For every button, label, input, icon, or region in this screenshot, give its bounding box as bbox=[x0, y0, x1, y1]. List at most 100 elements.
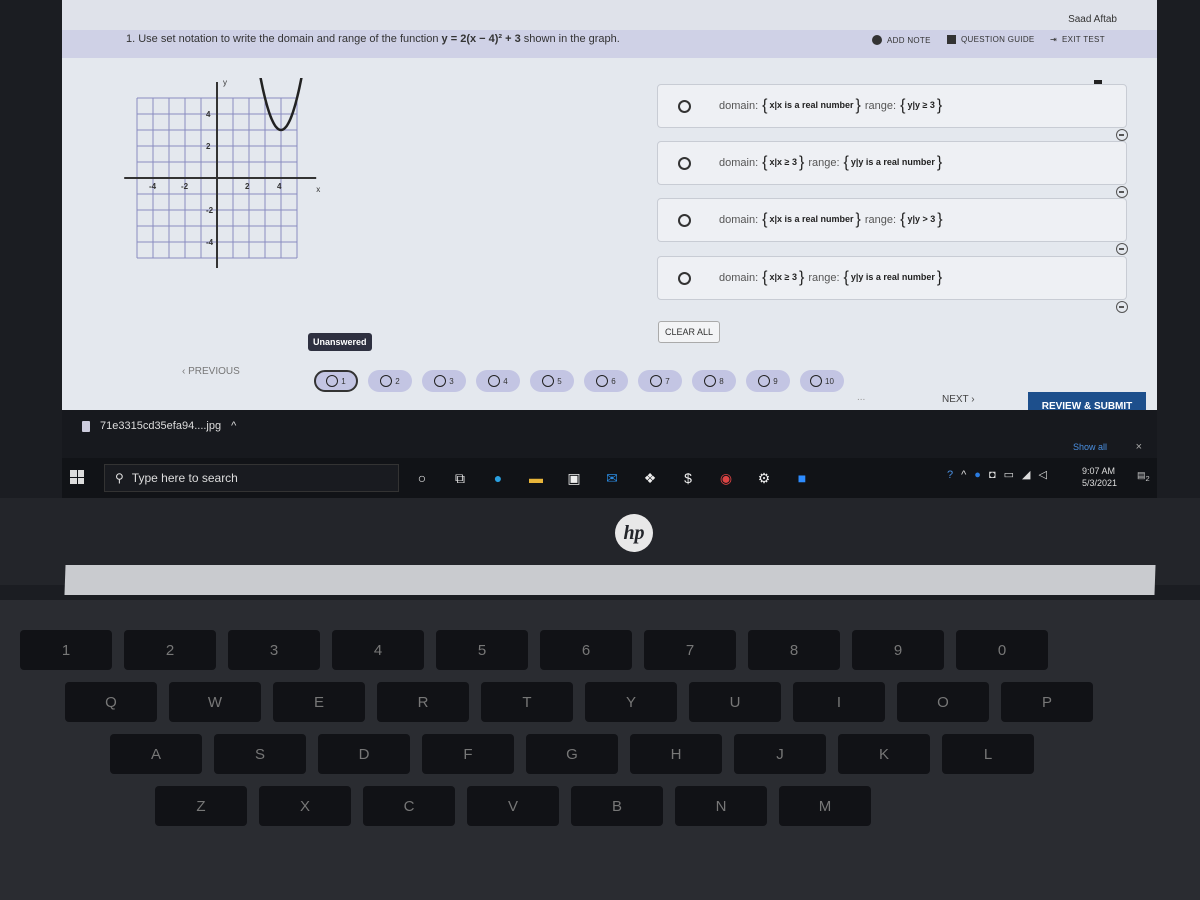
wifi-icon[interactable]: ◢ bbox=[1022, 468, 1030, 481]
question-nav-1[interactable]: 1 bbox=[314, 370, 358, 392]
collapse-icon[interactable] bbox=[1116, 301, 1128, 313]
key-9[interactable]: 9 bbox=[852, 630, 944, 670]
radio-button[interactable] bbox=[678, 99, 691, 113]
key-f[interactable]: F bbox=[422, 734, 514, 774]
windows-start-icon[interactable] bbox=[70, 470, 84, 484]
key-w[interactable]: W bbox=[169, 682, 261, 722]
chevron-up-icon[interactable]: ^ bbox=[231, 420, 236, 432]
key-p[interactable]: P bbox=[1001, 682, 1093, 722]
key-x[interactable]: X bbox=[259, 786, 351, 826]
key-6[interactable]: 6 bbox=[540, 630, 632, 670]
question-nav-9[interactable]: 9 bbox=[746, 370, 790, 392]
review-submit-button[interactable]: REVIEW & SUBMIT bbox=[1028, 392, 1146, 410]
question-guide-button[interactable]: QUESTION GUIDE bbox=[947, 35, 1035, 44]
volume-icon[interactable]: ◁ bbox=[1038, 468, 1046, 481]
question-nav-10[interactable]: 10 bbox=[800, 370, 844, 392]
key-c[interactable]: C bbox=[363, 786, 455, 826]
edge-icon[interactable]: ● bbox=[488, 468, 508, 488]
question-nav-8[interactable]: 8 bbox=[692, 370, 736, 392]
more-questions[interactable]: ... bbox=[857, 392, 865, 403]
radio-button[interactable] bbox=[678, 156, 691, 170]
zoom-icon[interactable]: ■ bbox=[792, 468, 812, 488]
range-set: y|y > 3 bbox=[900, 211, 942, 229]
clear-all-button[interactable]: CLEAR ALL bbox=[658, 321, 720, 343]
file-explorer-icon[interactable]: ▬ bbox=[526, 468, 546, 488]
key-5[interactable]: 5 bbox=[436, 630, 528, 670]
taskbar-search[interactable]: ⚲ Type here to search bbox=[104, 464, 399, 492]
key-h[interactable]: H bbox=[630, 734, 722, 774]
key-l[interactable]: L bbox=[942, 734, 1034, 774]
key-i[interactable]: I bbox=[793, 682, 885, 722]
answer-option[interactable]: domain: x|x is a real number range: y|y … bbox=[657, 198, 1128, 255]
camera-icon[interactable]: ◘ bbox=[989, 469, 996, 481]
battery-icon[interactable]: ▭ bbox=[1004, 468, 1014, 481]
task-view-icon[interactable]: ⧉ bbox=[450, 468, 470, 488]
key-a[interactable]: A bbox=[110, 734, 202, 774]
question-nav-3[interactable]: 3 bbox=[422, 370, 466, 392]
key-2[interactable]: 2 bbox=[124, 630, 216, 670]
key-y[interactable]: Y bbox=[585, 682, 677, 722]
key-b[interactable]: B bbox=[571, 786, 663, 826]
answer-option[interactable]: domain: x|x is a real number range: y|y … bbox=[657, 84, 1128, 141]
key-e[interactable]: E bbox=[273, 682, 365, 722]
question-nav-4[interactable]: 4 bbox=[476, 370, 520, 392]
answer-option[interactable]: domain: x|x ≥ 3 range: y|y is a real num… bbox=[657, 141, 1128, 198]
help-icon[interactable]: ? bbox=[947, 469, 953, 481]
next-label: NEXT bbox=[942, 394, 969, 405]
key-g[interactable]: G bbox=[526, 734, 618, 774]
answer-option[interactable]: domain: x|x ≥ 3 range: y|y is a real num… bbox=[657, 256, 1128, 313]
status-circle-icon bbox=[704, 375, 717, 387]
bluetooth-icon[interactable]: ● bbox=[974, 469, 981, 481]
collapse-icon[interactable] bbox=[1116, 186, 1128, 198]
unanswered-tooltip: Unanswered bbox=[308, 333, 372, 351]
key-v[interactable]: V bbox=[467, 786, 559, 826]
key-7[interactable]: 7 bbox=[644, 630, 736, 670]
domain-label: domain: bbox=[719, 214, 759, 226]
notification-icon[interactable]: ▤2 bbox=[1137, 470, 1150, 483]
question-nav-5[interactable]: 5 bbox=[530, 370, 574, 392]
notification-count: 2 bbox=[1145, 473, 1150, 483]
question-nav-6[interactable]: 6 bbox=[584, 370, 628, 392]
close-download-bar[interactable]: × bbox=[1136, 441, 1142, 453]
key-4[interactable]: 4 bbox=[332, 630, 424, 670]
key-d[interactable]: D bbox=[318, 734, 410, 774]
download-item[interactable]: 71e3315cd35efa94....jpg ^ bbox=[82, 420, 236, 432]
next-button[interactable]: NEXT › bbox=[942, 394, 975, 405]
chrome-icon[interactable]: ◉ bbox=[716, 468, 736, 488]
key-u[interactable]: U bbox=[689, 682, 781, 722]
cortana-icon[interactable]: ○ bbox=[412, 468, 432, 488]
key-k[interactable]: K bbox=[838, 734, 930, 774]
mail-icon[interactable]: ✉ bbox=[602, 468, 622, 488]
collapse-icon[interactable] bbox=[1116, 129, 1128, 141]
question-nav-7[interactable]: 7 bbox=[638, 370, 682, 392]
time: 9:07 AM bbox=[1082, 466, 1116, 476]
key-j[interactable]: J bbox=[734, 734, 826, 774]
radio-button[interactable] bbox=[678, 213, 691, 227]
key-q[interactable]: Q bbox=[65, 682, 157, 722]
question-text: 1. Use set notation to write the domain … bbox=[126, 32, 646, 47]
key-r[interactable]: R bbox=[377, 682, 469, 722]
key-s[interactable]: S bbox=[214, 734, 306, 774]
collapse-icon[interactable] bbox=[1116, 243, 1128, 255]
key-o[interactable]: O bbox=[897, 682, 989, 722]
key-1[interactable]: 1 bbox=[20, 630, 112, 670]
key-t[interactable]: T bbox=[481, 682, 573, 722]
add-note-button[interactable]: ADD NOTE bbox=[872, 35, 931, 45]
show-all-link[interactable]: Show all bbox=[1073, 442, 1107, 452]
chevron-up-icon[interactable]: ^ bbox=[961, 469, 966, 481]
key-8[interactable]: 8 bbox=[748, 630, 840, 670]
key-m[interactable]: M bbox=[779, 786, 871, 826]
key-3[interactable]: 3 bbox=[228, 630, 320, 670]
app-icon[interactable]: $ bbox=[678, 468, 698, 488]
previous-button[interactable]: ‹ PREVIOUS bbox=[182, 366, 240, 377]
store-icon[interactable]: ▣ bbox=[564, 468, 584, 488]
dropbox-icon[interactable]: ❖ bbox=[640, 468, 660, 488]
settings-icon[interactable]: ⚙ bbox=[754, 468, 774, 488]
key-n[interactable]: N bbox=[675, 786, 767, 826]
clock[interactable]: 9:07 AM 5/3/2021 bbox=[1082, 465, 1117, 489]
key-0[interactable]: 0 bbox=[956, 630, 1048, 670]
radio-button[interactable] bbox=[678, 271, 691, 285]
key-z[interactable]: Z bbox=[155, 786, 247, 826]
exit-test-button[interactable]: ⇥ EXIT TEST bbox=[1050, 35, 1105, 44]
question-nav-2[interactable]: 2 bbox=[368, 370, 412, 392]
